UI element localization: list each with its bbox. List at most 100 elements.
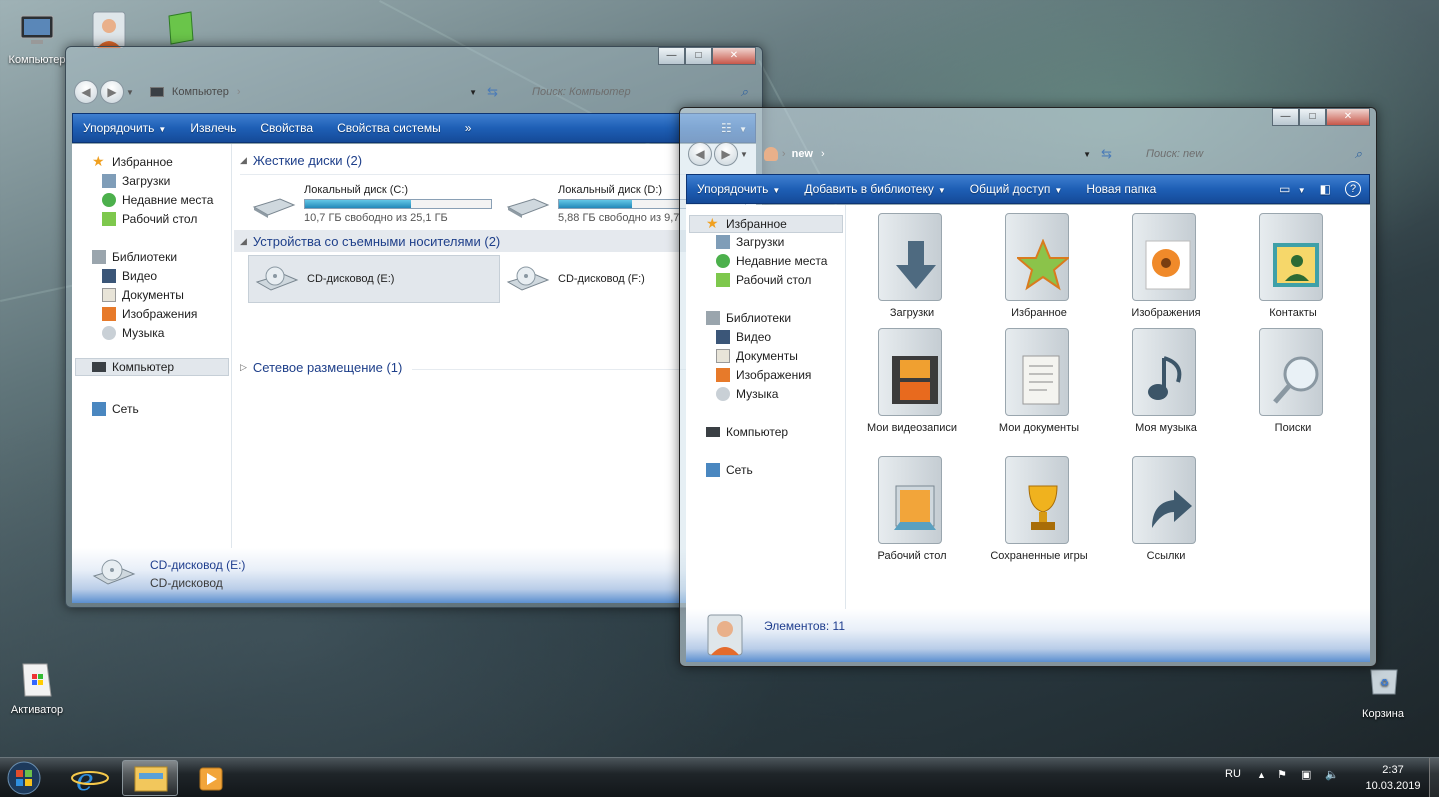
breadcrumb-arrow-icon[interactable]: ›	[782, 148, 786, 160]
cd-drive-icon	[255, 266, 299, 291]
drive-c[interactable]: Локальный диск (C:) 10,7 ГБ свободно из …	[250, 180, 492, 228]
nav-documents[interactable]: Документы	[716, 349, 798, 363]
computer-window[interactable]: — □ ✕ ◀ ▶ ▼ Компьютер › ▼ ⇆ Поиск: Компь…	[65, 46, 763, 608]
folder-links[interactable]: Ссылки	[1111, 454, 1221, 562]
desktop-icon-activator[interactable]: Активатор	[0, 660, 74, 716]
nav-libraries[interactable]: Библиотеки	[706, 311, 791, 325]
history-dropdown-icon[interactable]: ▼	[740, 150, 748, 159]
nav-documents[interactable]: Документы	[102, 288, 184, 302]
share-with-button[interactable]: Общий доступ ▼	[970, 182, 1063, 196]
nav-computer[interactable]: Компьютер	[706, 425, 788, 439]
activator-icon	[17, 660, 57, 700]
close-button[interactable]: ✕	[1326, 108, 1370, 126]
breadcrumb-arrow-icon[interactable]: ›	[821, 148, 825, 160]
search-icon[interactable]: ⌕	[1355, 146, 1362, 162]
address-bar[interactable]: › new › ▼ ⇆	[758, 143, 1118, 165]
computer-icon	[17, 10, 57, 50]
music-icon	[102, 326, 116, 340]
folder-desktop[interactable]: Рабочий стол	[857, 454, 967, 562]
taskbar-internet-explorer[interactable]: e	[66, 760, 114, 797]
clock-date[interactable]: 10.03.2019	[1357, 780, 1429, 792]
history-dropdown-icon[interactable]: ▼	[126, 88, 134, 97]
desktop-icon-computer[interactable]: Компьютер	[0, 10, 74, 66]
nav-music[interactable]: Музыка	[716, 387, 778, 401]
nav-recent-places[interactable]: Недавние места	[102, 193, 213, 207]
forward-button[interactable]: ▶	[100, 80, 124, 104]
cd-drive-e[interactable]: CD-дисковод (E:)	[248, 255, 500, 303]
group-header-hdd[interactable]: ◢ Жесткие диски (2)	[240, 153, 362, 168]
new-folder-window[interactable]: — □ ✕ ◀ ▶ ▼ › new › ▼ ⇆ Поиск: new ⌕ Упо…	[679, 107, 1377, 667]
maximize-button[interactable]: □	[1299, 108, 1326, 126]
language-indicator[interactable]: RU	[1225, 768, 1241, 780]
change-view-button[interactable]: ▭ ▼	[1279, 182, 1306, 196]
folder-music[interactable]: Моя музыка	[1111, 326, 1221, 434]
nav-pictures[interactable]: Изображения	[716, 368, 811, 382]
clock-time[interactable]: 2:37	[1369, 764, 1417, 776]
folder-searches[interactable]: Поиски	[1238, 326, 1348, 434]
taskbar-media-player[interactable]	[186, 760, 236, 796]
volume-icon[interactable]: 🔈	[1325, 768, 1339, 781]
show-desktop-button[interactable]	[1429, 758, 1439, 797]
start-button[interactable]	[2, 760, 52, 796]
address-bar[interactable]: Компьютер › ▼ ⇆	[144, 81, 504, 103]
folder-favorites[interactable]: Избранное	[984, 211, 1094, 319]
folder-documents[interactable]: Мои документы	[984, 326, 1094, 434]
group-header-removable[interactable]: ◢ Устройства со съемными носителями (2)	[234, 230, 756, 252]
back-button[interactable]: ◀	[688, 142, 712, 166]
nav-desktop[interactable]: Рабочий стол	[716, 273, 811, 287]
preview-pane-button[interactable]: ◧	[1320, 182, 1331, 196]
address-dropdown-icon[interactable]: ▼	[1083, 150, 1091, 159]
properties-button[interactable]: Свойства	[260, 121, 313, 135]
close-button[interactable]: ✕	[712, 47, 756, 65]
eject-button[interactable]: Извлечь	[190, 121, 236, 135]
nav-network[interactable]: Сеть	[706, 463, 753, 477]
help-icon[interactable]: ?	[1345, 181, 1361, 197]
desktop-icon-recycle-bin[interactable]: ♻ Корзина	[1346, 664, 1420, 720]
forward-button[interactable]: ▶	[714, 142, 738, 166]
show-hidden-icons[interactable]: ▲	[1257, 770, 1266, 780]
nav-favorites[interactable]: ★ Избранное	[689, 215, 843, 233]
star-icon	[1017, 239, 1069, 291]
more-commands-button[interactable]: »	[465, 121, 472, 135]
folder-saved-games[interactable]: Сохраненные игры	[984, 454, 1094, 562]
folder-downloads[interactable]: Загрузки	[857, 211, 967, 319]
include-in-library-button[interactable]: Добавить в библиотеку ▼	[804, 182, 945, 196]
refresh-icon[interactable]: ⇆	[1101, 146, 1112, 162]
nav-favorites[interactable]: ★ Избранное	[92, 154, 173, 169]
action-center-flag-icon[interactable]: ⚑	[1277, 768, 1287, 781]
folder-contacts[interactable]: Контакты	[1238, 211, 1348, 319]
search-input[interactable]: Поиск: new	[1146, 148, 1203, 160]
minimize-button[interactable]: —	[658, 47, 685, 65]
new-folder-button[interactable]: Новая папка	[1086, 182, 1156, 196]
nav-libraries[interactable]: Библиотеки	[92, 250, 177, 264]
nav-video[interactable]: Видео	[102, 269, 157, 283]
search-box[interactable]: Поиск: Компьютер ⌕	[504, 81, 754, 103]
nav-network[interactable]: Сеть	[92, 402, 139, 416]
search-input[interactable]: Поиск: Компьютер	[532, 86, 631, 98]
refresh-icon[interactable]: ⇆	[487, 84, 498, 100]
nav-desktop[interactable]: Рабочий стол	[102, 212, 197, 226]
minimize-button[interactable]: —	[1272, 108, 1299, 126]
address-dropdown-icon[interactable]: ▼	[469, 88, 477, 97]
search-icon[interactable]: ⌕	[741, 84, 748, 100]
nav-downloads[interactable]: Загрузки	[716, 235, 784, 249]
cd-drive-f[interactable]: CD-дисковод (F:)	[504, 255, 645, 303]
breadcrumb-arrow-icon[interactable]: ›	[237, 86, 241, 98]
nav-pictures[interactable]: Изображения	[102, 307, 197, 321]
system-properties-button[interactable]: Свойства системы	[337, 121, 441, 135]
nav-music[interactable]: Музыка	[102, 326, 164, 340]
organize-button[interactable]: Упорядочить ▼	[697, 182, 780, 196]
back-button[interactable]: ◀	[74, 80, 98, 104]
nav-recent-places[interactable]: Недавние места	[716, 254, 827, 268]
nav-computer[interactable]: Компьютер	[75, 358, 229, 376]
nav-downloads[interactable]: Загрузки	[102, 174, 170, 188]
search-box[interactable]: Поиск: new ⌕	[1118, 143, 1368, 165]
folder-pictures[interactable]: Изображения	[1111, 211, 1221, 319]
group-header-network[interactable]: ▷ Сетевое размещение (1)	[240, 360, 402, 375]
maximize-button[interactable]: □	[685, 47, 712, 65]
folder-videos[interactable]: Мои видеозаписи	[857, 326, 967, 434]
taskbar-explorer[interactable]	[122, 760, 178, 796]
nav-video[interactable]: Видео	[716, 330, 771, 344]
organize-button[interactable]: Упорядочить ▼	[83, 121, 166, 135]
network-status-icon[interactable]: ▣	[1301, 768, 1311, 781]
